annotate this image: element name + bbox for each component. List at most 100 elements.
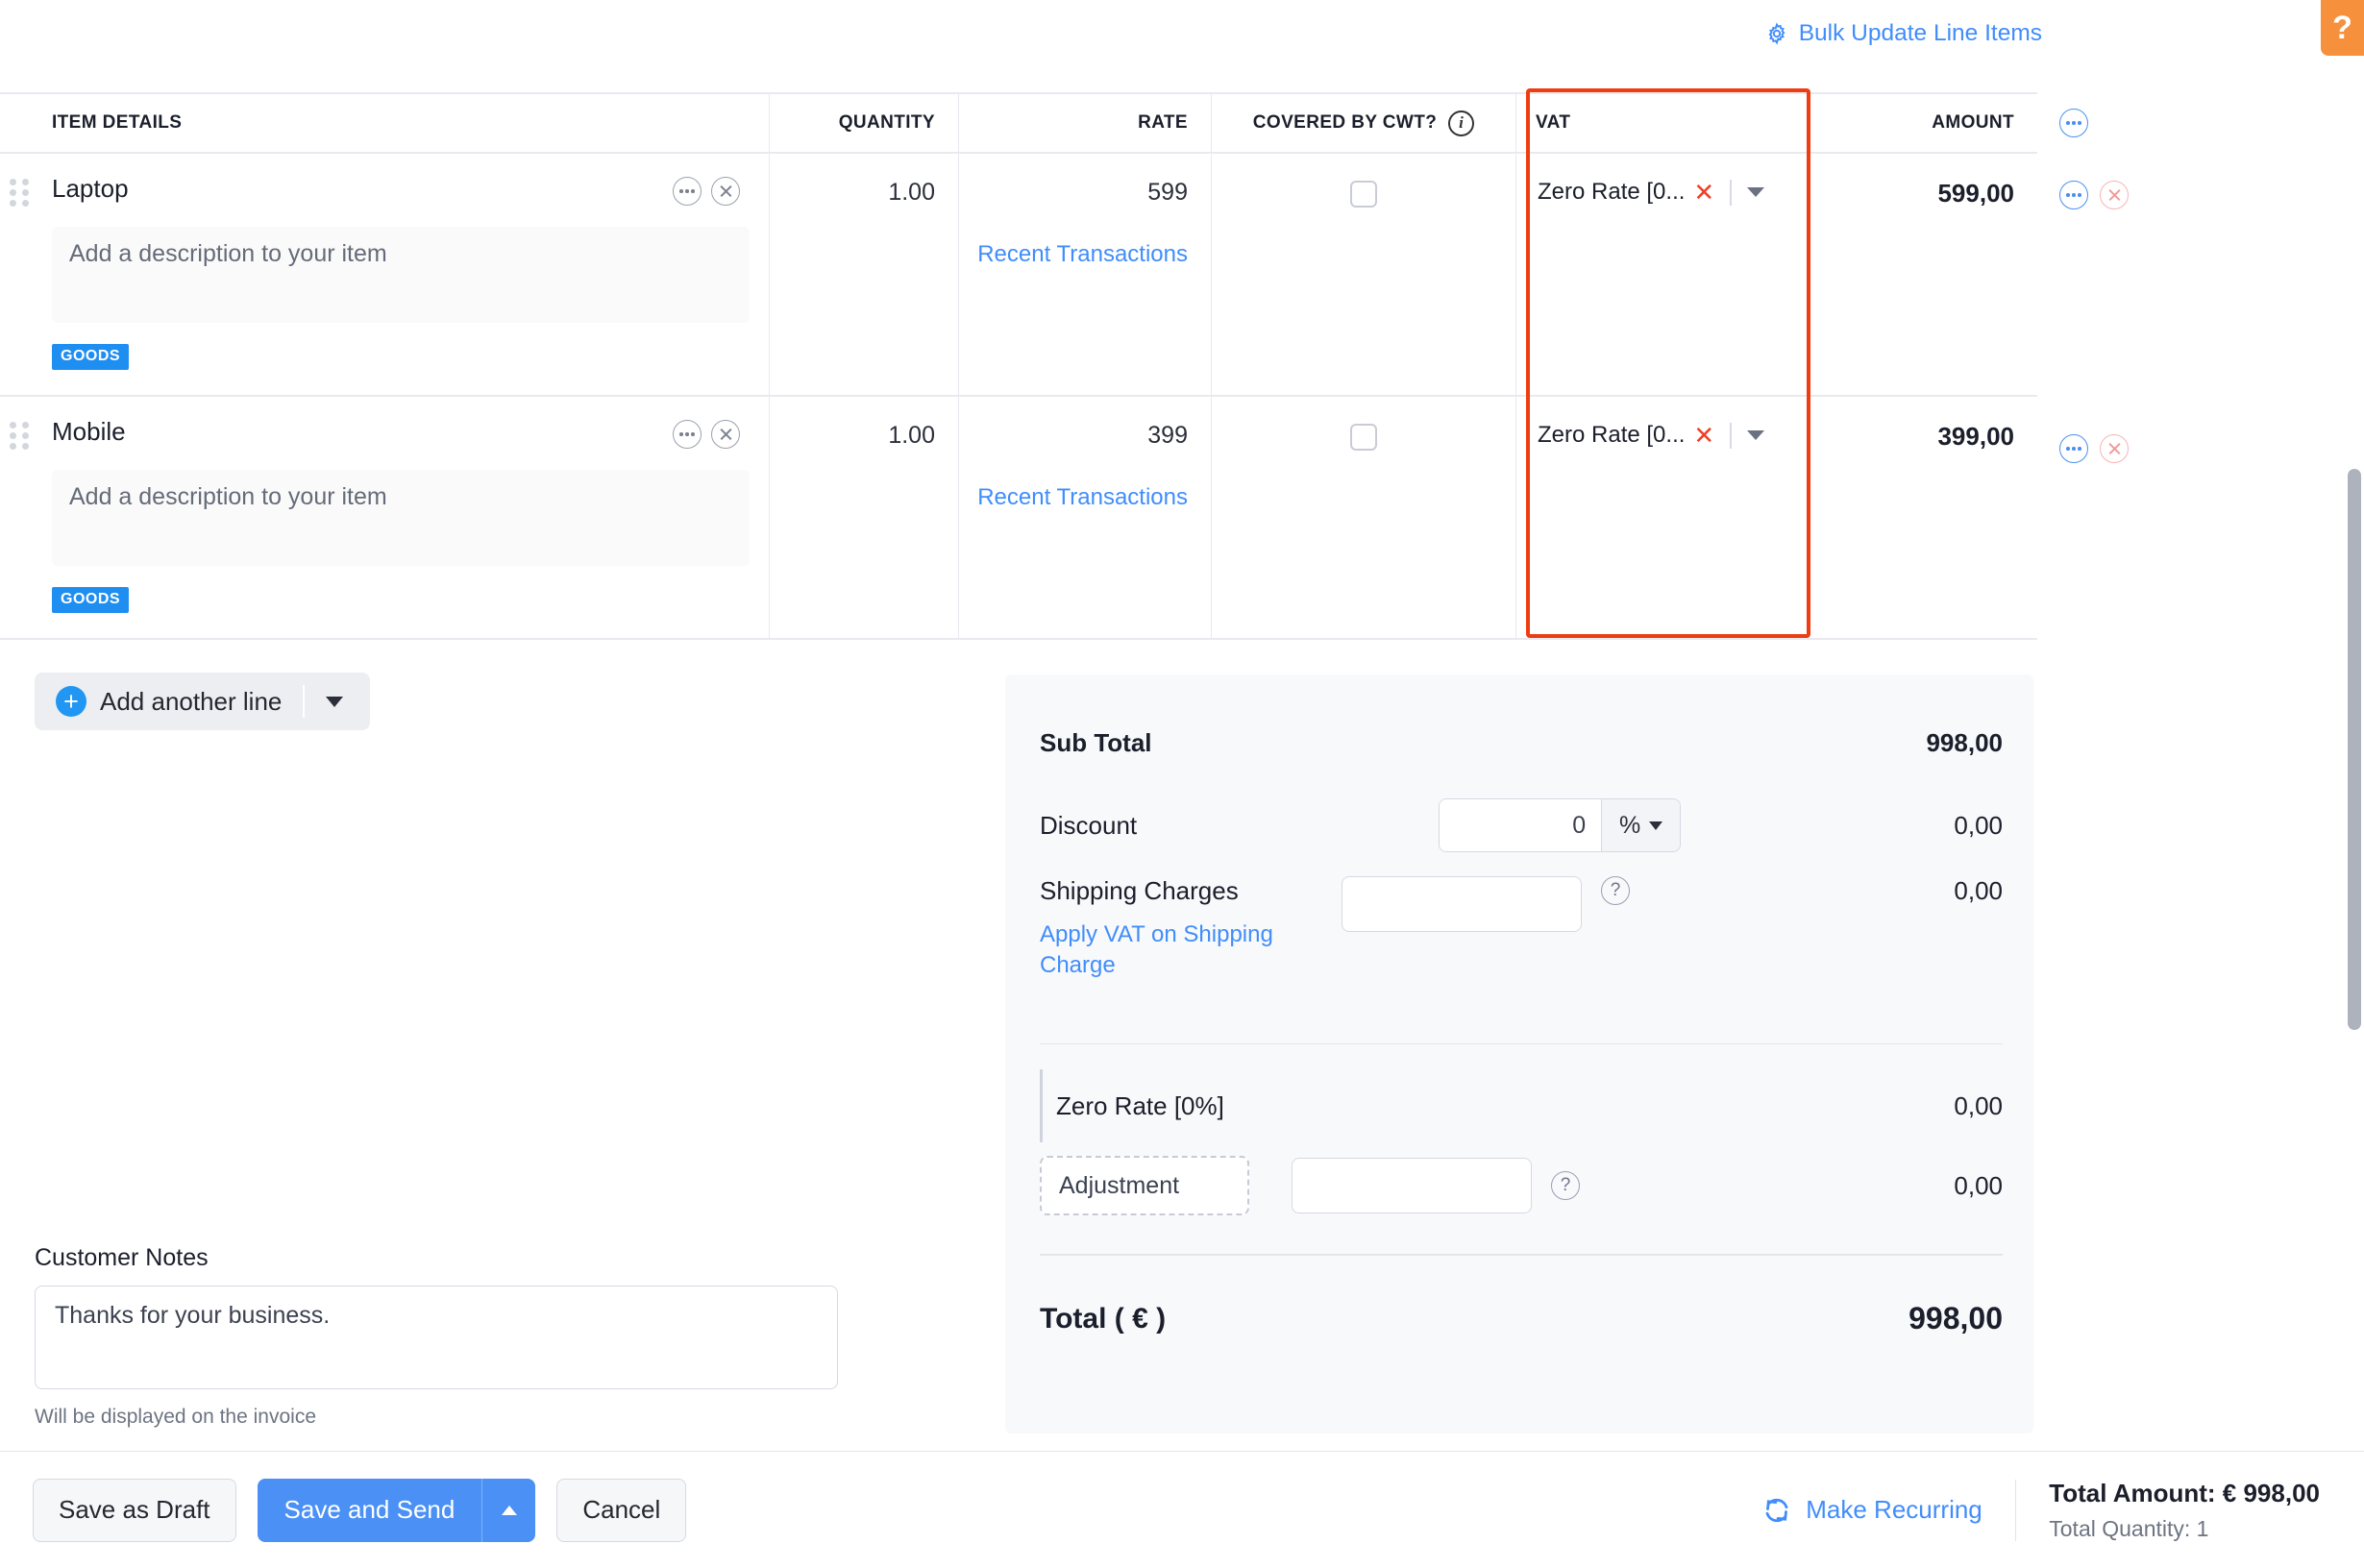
- item-details-cell: Laptop Add a description to your item GO…: [0, 154, 769, 395]
- item-more-options-icon[interactable]: [673, 420, 702, 449]
- help-button[interactable]: ?: [2321, 0, 2364, 56]
- table-settings-icon[interactable]: [2059, 109, 2088, 137]
- footer-action-bar: Save as Draft Save and Send Cancel Make …: [0, 1451, 2364, 1568]
- vat-breakdown-row: Zero Rate [0%] 0,00: [1040, 1069, 2003, 1142]
- item-description-input[interactable]: Add a description to your item: [52, 470, 750, 566]
- item-clear-icon[interactable]: [711, 177, 740, 206]
- vat-select[interactable]: Zero Rate [0... ✕: [1538, 179, 1796, 206]
- drag-handle-icon[interactable]: [10, 179, 29, 208]
- footer-total-amount: Total Amount: € 998,00: [2049, 1479, 2320, 1508]
- sub-total-value: 998,00: [1926, 728, 2003, 758]
- row-delete-icon[interactable]: [2100, 181, 2129, 209]
- refresh-icon: [1761, 1495, 1792, 1526]
- quantity-cell[interactable]: 1.00: [769, 154, 958, 395]
- grand-total-row: Total ( € ) 998,00: [1040, 1281, 2003, 1358]
- line-items-table: ITEM DETAILS QUANTITY RATE COVERED BY CW…: [0, 92, 2037, 640]
- amount-cell: 399,00: [1796, 397, 2037, 638]
- discount-row: Discount % 0,00: [1040, 796, 2003, 855]
- customer-notes-input[interactable]: [35, 1286, 838, 1389]
- make-recurring-button[interactable]: Make Recurring: [1761, 1495, 1982, 1526]
- caret-up-icon: [502, 1506, 517, 1515]
- help-circle-icon[interactable]: ?: [1601, 876, 1630, 905]
- item-type-badge: GOODS: [52, 344, 129, 370]
- item-details-cell: Mobile Add a description to your item GO…: [0, 397, 769, 638]
- bulk-update-bar: Bulk Update Line Items: [0, 0, 2042, 67]
- quantity-cell[interactable]: 1.00: [769, 397, 958, 638]
- column-header-quantity: QUANTITY: [769, 94, 958, 152]
- totals-panel: Sub Total 998,00 Discount % 0,00 Shippin…: [1005, 674, 2033, 1433]
- shipping-charges-input[interactable]: [1342, 876, 1582, 932]
- vat-clear-icon[interactable]: ✕: [1693, 180, 1714, 205]
- rate-cell: 599 Recent Transactions: [958, 154, 1211, 395]
- info-icon[interactable]: i: [1448, 110, 1474, 136]
- customer-notes-section: Customer Notes Will be displayed on the …: [35, 1244, 842, 1429]
- vat-divider: [1730, 423, 1732, 449]
- sub-total-label: Sub Total: [1040, 728, 1152, 758]
- shipping-row: Shipping Charges Apply VAT on Shipping C…: [1040, 876, 2003, 982]
- page-scrollbar[interactable]: [2348, 469, 2361, 1030]
- drag-handle-icon[interactable]: [10, 422, 29, 451]
- add-line-divider: [303, 685, 305, 718]
- help-circle-icon[interactable]: ?: [1551, 1171, 1580, 1200]
- add-another-line-button[interactable]: + Add another line: [35, 673, 370, 730]
- item-name[interactable]: Mobile: [52, 418, 126, 446]
- discount-unit-label: %: [1619, 812, 1640, 840]
- save-and-send-dropdown-button[interactable]: [481, 1479, 535, 1542]
- row-more-options-icon[interactable]: [2059, 434, 2088, 463]
- save-as-draft-button[interactable]: Save as Draft: [33, 1479, 236, 1542]
- caret-down-icon[interactable]: [326, 697, 343, 707]
- item-description-input[interactable]: Add a description to your item: [52, 227, 750, 323]
- covered-by-cwt-cell: [1211, 154, 1515, 395]
- shipping-charges-label: Shipping Charges: [1040, 876, 1239, 905]
- customer-notes-helper: Will be displayed on the invoice: [35, 1406, 842, 1429]
- chevron-down-icon: [1649, 821, 1662, 830]
- rate-value[interactable]: 399: [959, 422, 1188, 450]
- help-icon: ?: [2332, 10, 2352, 47]
- apply-vat-on-shipping-link[interactable]: Apply VAT on Shipping Charge: [1040, 919, 1280, 982]
- customer-notes-label: Customer Notes: [35, 1244, 842, 1272]
- table-header-row: ITEM DETAILS QUANTITY RATE COVERED BY CW…: [0, 92, 2037, 154]
- vat-select[interactable]: Zero Rate [0... ✕: [1538, 422, 1796, 449]
- item-name[interactable]: Laptop: [52, 175, 129, 203]
- covered-by-cwt-cell: [1211, 397, 1515, 638]
- vat-breakdown-label: Zero Rate [0%]: [1056, 1091, 1224, 1121]
- cancel-button[interactable]: Cancel: [556, 1479, 686, 1542]
- make-recurring-label: Make Recurring: [1806, 1495, 1982, 1525]
- recent-transactions-link[interactable]: Recent Transactions: [959, 241, 1188, 268]
- covered-by-cwt-checkbox[interactable]: [1350, 181, 1377, 208]
- recent-transactions-link[interactable]: Recent Transactions: [959, 484, 1188, 511]
- row-delete-icon[interactable]: [2100, 434, 2129, 463]
- vat-breakdown-amount: 0,00: [1954, 1091, 2003, 1121]
- table-row: Laptop Add a description to your item GO…: [0, 154, 2037, 397]
- adjustment-label-field[interactable]: Adjustment: [1040, 1156, 1249, 1215]
- item-clear-icon[interactable]: [711, 420, 740, 449]
- amount-cell: 599,00: [1796, 154, 2037, 395]
- grand-total-label: Total ( € ): [1040, 1303, 1166, 1335]
- footer-totals-summary: Total Amount: € 998,00 Total Quantity: 1: [2049, 1479, 2331, 1542]
- chevron-down-icon[interactable]: [1747, 187, 1764, 197]
- adjustment-amount: 0,00: [1954, 1171, 2003, 1201]
- vat-selected-value: Zero Rate [0...: [1538, 422, 1685, 449]
- bulk-update-line-items-link[interactable]: Bulk Update Line Items: [1765, 22, 2042, 46]
- discount-input-group: %: [1439, 798, 1681, 852]
- row-more-options-icon[interactable]: [2059, 181, 2088, 209]
- discount-label: Discount: [1040, 811, 1137, 841]
- column-header-covered-by-cwt: COVERED BY CWT? i: [1211, 94, 1515, 152]
- vat-divider: [1730, 180, 1732, 206]
- vat-clear-icon[interactable]: ✕: [1693, 423, 1714, 448]
- gear-icon: [1765, 22, 1788, 45]
- shipping-amount: 0,00: [1954, 876, 2003, 906]
- rate-cell: 399 Recent Transactions: [958, 397, 1211, 638]
- column-header-item-details: ITEM DETAILS: [0, 94, 769, 152]
- discount-unit-select[interactable]: %: [1601, 799, 1680, 851]
- column-header-rate: RATE: [958, 94, 1211, 152]
- covered-by-cwt-checkbox[interactable]: [1350, 424, 1377, 451]
- discount-input[interactable]: [1440, 799, 1601, 851]
- chevron-down-icon[interactable]: [1747, 430, 1764, 440]
- rate-value[interactable]: 599: [959, 179, 1188, 207]
- item-more-options-icon[interactable]: [673, 177, 702, 206]
- adjustment-input[interactable]: [1292, 1158, 1532, 1213]
- save-and-send-button[interactable]: Save and Send: [258, 1479, 482, 1542]
- vat-selected-value: Zero Rate [0...: [1538, 179, 1685, 206]
- table-row: Mobile Add a description to your item GO…: [0, 397, 2037, 640]
